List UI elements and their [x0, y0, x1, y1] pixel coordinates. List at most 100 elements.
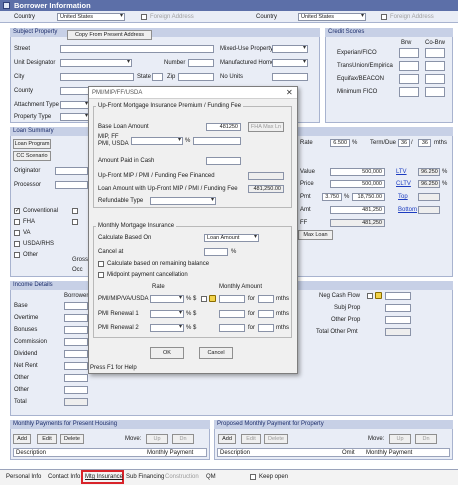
income-other2-input[interactable]	[64, 386, 88, 394]
mip-percent-input[interactable]	[193, 137, 241, 145]
income-net-rent-input[interactable]	[64, 362, 88, 370]
tab-personal-info[interactable]: Personal Info	[6, 472, 41, 482]
mi-monthly-amount-input[interactable]	[219, 295, 245, 303]
mip-type-select[interactable]	[131, 137, 183, 145]
term-input[interactable]: 36	[398, 139, 410, 147]
conventional-checkbox[interactable]	[14, 207, 20, 214]
close-icon[interactable]: ✕	[286, 87, 293, 98]
proposed-delete-button[interactable]: Delete	[264, 434, 288, 444]
subj-prop-input[interactable]	[385, 304, 411, 312]
property-type-select[interactable]	[60, 113, 90, 121]
loan-amount-input[interactable]: 481,250	[330, 206, 385, 214]
proposed-edit-button[interactable]: Edit	[241, 434, 261, 444]
mixed-use-select[interactable]	[272, 45, 308, 53]
country2-select[interactable]: United States	[298, 13, 366, 21]
down-payment-amount-input[interactable]: 18,750.00	[352, 193, 385, 201]
foreign-address2-checkbox[interactable]	[381, 14, 387, 20]
refundable-type-select[interactable]	[150, 197, 216, 205]
lock-icon[interactable]	[375, 292, 382, 299]
cancel-button[interactable]: Cancel	[199, 347, 233, 359]
min-fico-cobrw-input[interactable]	[425, 87, 445, 97]
transunion-cobrw-input[interactable]	[425, 61, 445, 71]
other-prop-input[interactable]	[385, 316, 411, 324]
experian-cobrw-input[interactable]	[425, 48, 445, 58]
cancel-at-input[interactable]	[204, 248, 228, 256]
calc-based-on-select[interactable]: Loan Amount	[204, 234, 259, 242]
income-other1-input[interactable]	[64, 374, 88, 382]
renewal2-monthly-amount-input[interactable]	[219, 324, 245, 332]
remaining-balance-checkbox[interactable]	[98, 261, 104, 267]
lock-icon[interactable]	[209, 295, 216, 302]
originator-input[interactable]	[55, 167, 88, 175]
income-bonuses-input[interactable]	[64, 326, 88, 334]
cc-scenario-button[interactable]: CC Scenario	[13, 151, 51, 161]
other-loan-type-checkbox[interactable]	[14, 252, 20, 258]
number-input[interactable]	[188, 59, 214, 67]
attachment-type-select[interactable]	[60, 101, 90, 109]
renewal2-rate-select[interactable]	[150, 324, 184, 332]
no-units-input[interactable]	[272, 73, 308, 81]
proposed-down-button[interactable]: Dn	[415, 434, 437, 444]
proposed-add-button[interactable]: Add	[218, 434, 236, 444]
due-input[interactable]: 36	[418, 139, 431, 147]
present-add-button[interactable]: Add	[13, 434, 31, 444]
neg-cash-flow-input[interactable]	[385, 292, 411, 300]
state-input[interactable]	[152, 73, 163, 81]
copy-from-present-address-button[interactable]: Copy From Present Address	[67, 30, 152, 40]
renewal2-months-input[interactable]	[258, 324, 274, 332]
paid-in-cash-input[interactable]	[206, 157, 241, 165]
ltv-link[interactable]: LTV	[396, 168, 407, 176]
city-input[interactable]	[60, 73, 134, 81]
unit-designator-select[interactable]	[60, 59, 132, 67]
present-down-button[interactable]: Dn	[172, 434, 194, 444]
tab-contact-info[interactable]: Contact Info	[48, 472, 80, 482]
income-commission-input[interactable]	[64, 338, 88, 346]
ok-button[interactable]: OK	[150, 347, 184, 359]
loan-program-button[interactable]: Loan Program	[13, 139, 51, 149]
present-edit-button[interactable]: Edit	[37, 434, 57, 444]
max-loan-button[interactable]: Max Loan	[298, 230, 333, 240]
mi-lock-checkbox[interactable]	[201, 296, 207, 302]
renewal1-monthly-amount-input[interactable]	[219, 310, 245, 318]
street-input[interactable]	[60, 45, 214, 53]
mi-months-input[interactable]	[258, 295, 274, 303]
processor-input[interactable]	[55, 181, 88, 189]
appraised-value-input[interactable]: 500,000	[330, 168, 385, 176]
renewal1-rate-select[interactable]	[150, 310, 184, 318]
tab-qm[interactable]: QM	[206, 472, 216, 482]
tab-mtg-insurance[interactable]: Mtg Insurance	[85, 472, 123, 482]
manufactured-home-select[interactable]	[272, 59, 308, 67]
present-up-button[interactable]: Up	[146, 434, 168, 444]
min-fico-brw-input[interactable]	[399, 87, 419, 97]
va-checkbox[interactable]	[14, 230, 20, 236]
base-loan-input[interactable]: 481250	[206, 123, 241, 131]
purchase-price-input[interactable]: 500,000	[330, 180, 385, 188]
country-select[interactable]: United States	[57, 13, 125, 21]
midpoint-checkbox[interactable]	[98, 272, 104, 278]
income-overtime-input[interactable]	[64, 314, 88, 322]
tab-construction[interactable]: Construction	[165, 472, 199, 482]
secondary-option-checkbox[interactable]	[72, 219, 78, 225]
income-base-input[interactable]	[64, 302, 88, 310]
tab-sub-financing[interactable]: Sub Financing	[126, 472, 164, 482]
income-dividend-input[interactable]	[64, 350, 88, 358]
keep-open-checkbox[interactable]	[250, 474, 256, 480]
bottom-ratio-link[interactable]: Bottom	[398, 206, 417, 214]
cltv-link[interactable]: CLTV	[396, 180, 411, 188]
zip-input[interactable]	[178, 73, 214, 81]
foreign-address-checkbox[interactable]	[141, 14, 147, 20]
fha-checkbox[interactable]	[14, 219, 20, 225]
usda-checkbox[interactable]	[14, 241, 20, 247]
experian-brw-input[interactable]	[399, 48, 419, 58]
equifax-brw-input[interactable]	[399, 74, 419, 84]
neg-cash-flow-checkbox[interactable]	[367, 293, 373, 299]
present-delete-button[interactable]: Delete	[60, 434, 84, 444]
down-payment-percent-input[interactable]: 3.750	[322, 193, 342, 201]
transunion-brw-input[interactable]	[399, 61, 419, 71]
fha-max-loan-button[interactable]: FHA Max Ln	[248, 122, 284, 132]
mi-rate-select[interactable]	[150, 295, 184, 303]
secondary-option-checkbox[interactable]	[72, 208, 78, 214]
proposed-up-button[interactable]: Up	[389, 434, 411, 444]
rate-input[interactable]: 6.500	[330, 139, 350, 147]
renewal1-months-input[interactable]	[258, 310, 274, 318]
